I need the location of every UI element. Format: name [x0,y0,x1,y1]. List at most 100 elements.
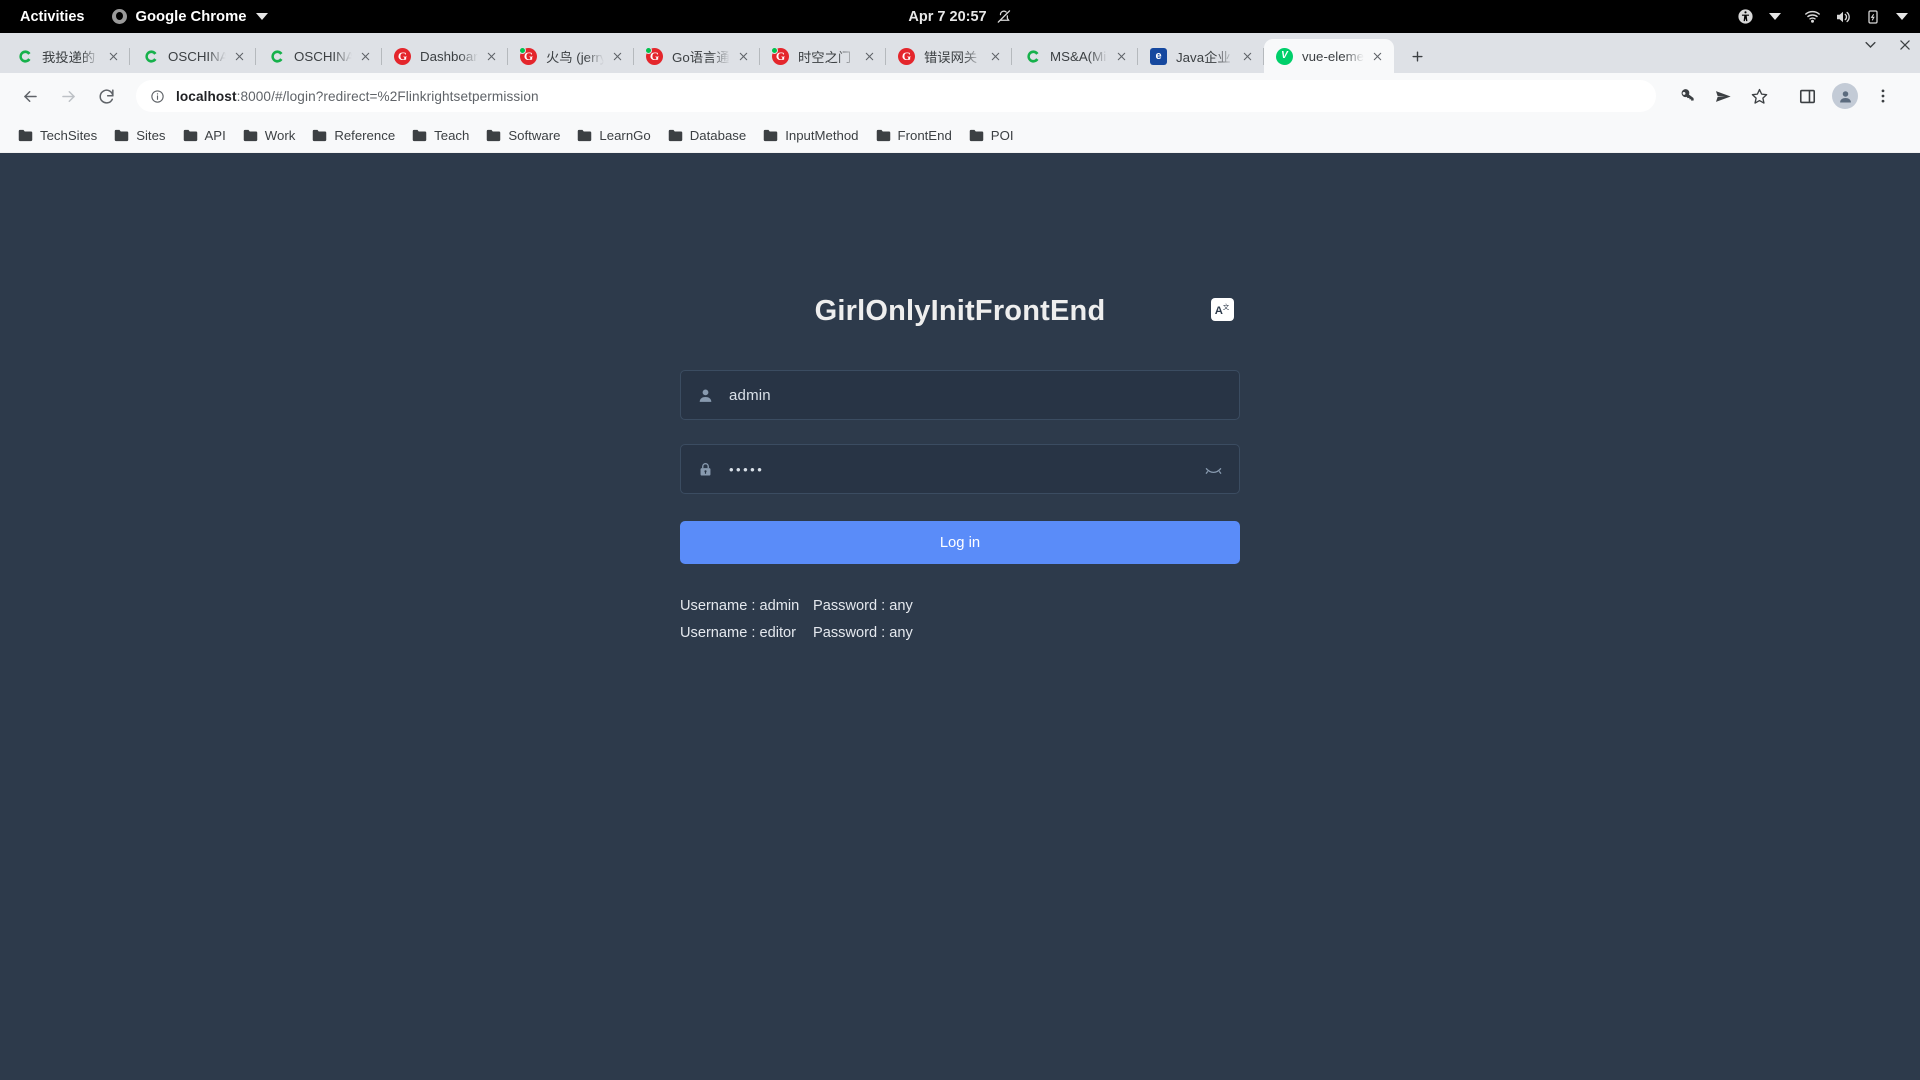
browser-tab[interactable]: G Dashboard [382,39,508,73]
golang-g-icon: G [394,47,411,65]
bookmark-label: Teach [434,128,470,143]
password-input[interactable] [729,446,1193,492]
user-icon [681,387,729,404]
login-submit-button[interactable]: Log in [680,521,1240,564]
forward-button[interactable] [52,80,84,112]
folder-icon [312,129,327,142]
active-app-name: Google Chrome [135,8,247,25]
tab-close-icon[interactable] [1238,47,1256,65]
eclipse-icon: e [1150,47,1167,65]
bookmark-label: API [204,128,226,143]
side-panel-icon[interactable] [1792,81,1822,111]
tab-strip: 我投递的OSCHINAOSCHINAGDashboardG火鸟 (jerry)G… [0,33,1920,73]
browser-tab[interactable]: OSCHINA [130,39,256,73]
credential-hint-username: Username : editor [680,625,796,641]
bookmark-item[interactable]: LearnGo [569,124,658,147]
browser-tab[interactable]: G 时空之门 [760,39,886,73]
browser-tab[interactable]: MS&A(Mi [1012,39,1138,73]
browser-toolbar: localhost:8000/#/login?redirect=%2Flinkr… [0,73,1920,119]
tab-close-icon[interactable] [356,47,374,65]
address-bar-url: localhost:8000/#/login?redirect=%2Flinkr… [176,88,539,104]
accessibility-icon[interactable] [1737,8,1754,25]
tab-close-icon[interactable] [104,47,122,65]
bookmark-item[interactable]: Reference [304,124,403,147]
tab-close-icon[interactable] [608,47,626,65]
browser-tab[interactable]: G Go语言通 [634,39,760,73]
credential-hint-username: Username : admin [680,598,800,614]
folder-icon [114,129,129,142]
folder-icon [412,129,427,142]
csdn-c-icon [268,48,285,65]
tab-close-icon[interactable] [860,47,878,65]
bookmark-item[interactable]: Software [478,124,568,147]
new-tab-button[interactable] [1400,39,1434,73]
browser-tab[interactable]: OSCHINA [256,39,382,73]
browser-tab-title: 时空之门 [798,49,852,65]
gnome-status-area[interactable] [1737,0,1908,33]
folder-icon [243,129,258,142]
active-app-menu[interactable]: Google Chrome [112,8,269,25]
bookmark-item[interactable]: Work [235,124,304,147]
bookmark-item[interactable]: InputMethod [755,124,866,147]
language-switch-button[interactable]: A 文 [1211,298,1234,321]
bookmark-item[interactable]: API [175,124,234,147]
browser-tab[interactable]: G 错误网关 [886,39,1012,73]
back-button[interactable] [14,80,46,112]
bookmark-label: Software [508,128,561,143]
credential-hint-row: Username : editor Password : any [680,625,1240,641]
three-dot-menu-icon[interactable] [1868,81,1898,111]
window-close-icon[interactable] [1898,38,1912,57]
page-title: GirlOnlyInitFrontEnd [814,295,1106,327]
chevron-down-icon[interactable] [1769,13,1781,20]
bookmark-item[interactable]: TechSites [10,124,105,147]
golang-g-icon: G [519,46,537,65]
reload-button[interactable] [90,80,122,112]
bookmark-item[interactable]: POI [961,124,1022,147]
bookmark-item[interactable]: Teach [404,124,477,147]
chevron-down-icon[interactable] [1896,13,1908,20]
tab-close-icon[interactable] [230,47,248,65]
browser-tab[interactable]: G 火鸟 (jerry) [508,39,634,73]
bookmark-label: Work [264,128,296,143]
tab-close-icon[interactable] [1112,47,1130,65]
browser-tab[interactable]: Vvue-element [1264,39,1394,73]
profile-avatar[interactable] [1832,83,1858,109]
tab-close-icon[interactable] [986,47,1004,65]
eye-closed-icon [1205,467,1221,474]
login-title-row: GirlOnlyInitFrontEnd A 文 [680,295,1240,328]
browser-tab[interactable]: e Java企业 [1138,39,1264,73]
chrome-window: 我投递的OSCHINAOSCHINAGDashboardG火鸟 (jerry)G… [0,33,1920,1080]
tab-close-icon[interactable] [482,47,500,65]
tab-close-icon[interactable] [734,47,752,65]
password-field[interactable] [680,444,1240,494]
password-key-icon[interactable] [1672,81,1702,111]
battery-charging-icon[interactable] [1865,9,1881,25]
browser-tab-title: vue-element [1302,48,1364,64]
login-credentials-hint: Username : admin Password : any Username :… [680,598,1240,641]
bookmark-label: Reference [334,128,396,143]
browser-tab[interactable]: 我投递的 [4,39,130,73]
bookmark-star-icon[interactable] [1744,81,1774,111]
wifi-icon[interactable] [1804,8,1821,25]
username-input[interactable] [729,372,1233,418]
site-info-icon[interactable] [150,89,165,104]
page-content: GirlOnlyInitFrontEnd A 文 admin Log in Us… [0,153,1920,1080]
browser-tab-title: MS&A(Mi [1050,48,1107,64]
activities-button[interactable]: Activities [14,6,90,28]
gnome-clock[interactable]: Apr 7 20:57 [908,9,1011,25]
bookmark-item[interactable]: FrontEnd [868,124,960,147]
golang-g-icon: G [771,46,789,65]
bookmark-label: TechSites [40,128,98,143]
send-paper-plane-icon[interactable] [1708,81,1738,111]
tab-search-icon[interactable] [1863,37,1878,57]
browser-tab-title: 火鸟 (jerry) [546,49,604,65]
tab-close-icon[interactable] [1368,47,1386,65]
volume-high-icon[interactable] [1834,8,1852,26]
address-bar[interactable]: localhost:8000/#/login?redirect=%2Flinkr… [136,80,1656,112]
bookmark-item[interactable]: Database [660,124,754,147]
bookmark-label: LearnGo [599,128,651,143]
bookmark-item[interactable]: Sites [106,124,173,147]
username-field[interactable] [680,370,1240,420]
password-visibility-toggle[interactable] [1193,460,1233,479]
browser-tab-title: Dashboard [420,48,478,64]
